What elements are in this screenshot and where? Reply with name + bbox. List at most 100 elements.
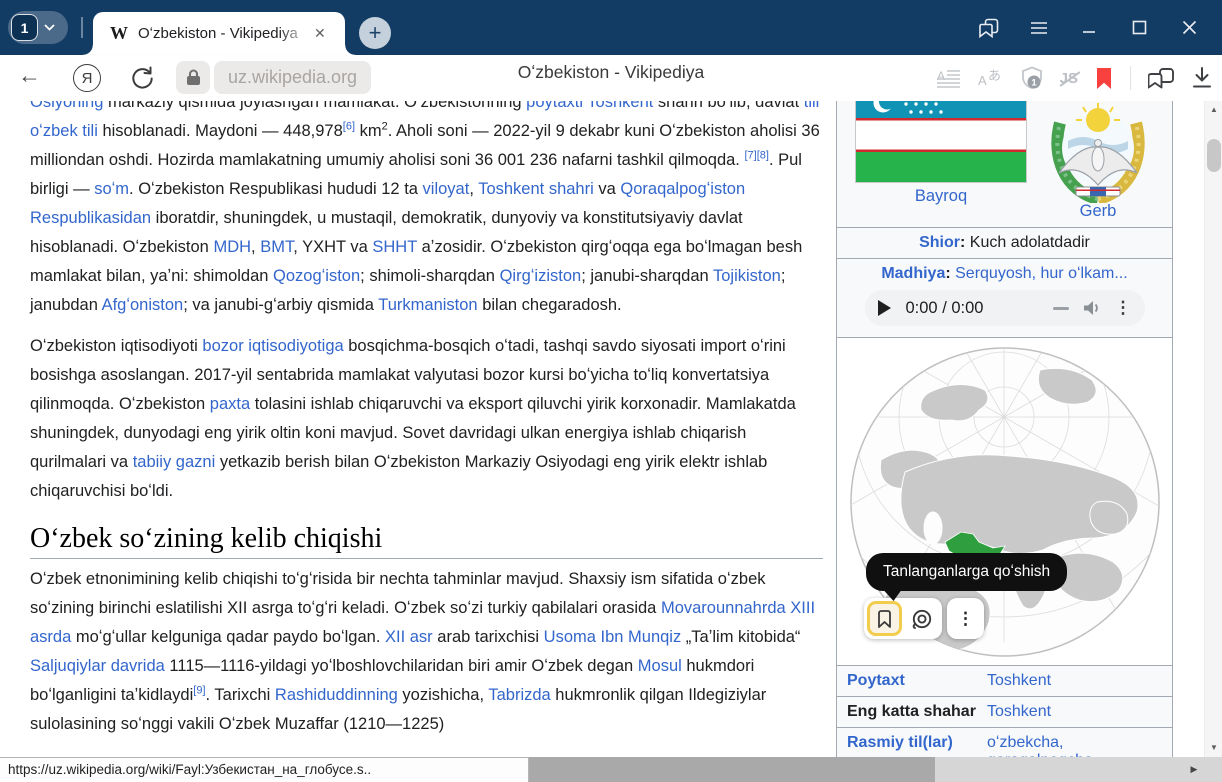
article-body: Osiyoning markaziy qismida joylashgan ma… bbox=[30, 101, 823, 751]
article-link[interactable]: SHHT bbox=[372, 238, 417, 256]
back-button[interactable]: ← bbox=[18, 62, 41, 89]
horizontal-scrollbar-thumb[interactable] bbox=[528, 757, 935, 782]
article-link[interactable]: Saljuqiylar davrida bbox=[30, 657, 165, 675]
image-search-icon bbox=[911, 608, 933, 630]
reader-mode-button[interactable]: A bbox=[937, 68, 961, 88]
titlebar: 1 W Oʻzbekiston - Vikipediya ✕ + bbox=[0, 0, 1222, 55]
infobox-row-value[interactable]: Toshkent bbox=[987, 703, 1162, 721]
minimize-button[interactable] bbox=[1064, 0, 1114, 55]
motto-label-link[interactable]: Shior bbox=[919, 234, 960, 251]
article-link[interactable]: Rashiduddinning bbox=[275, 686, 398, 704]
vertical-scrollbar[interactable]: ▲ ▼ bbox=[1204, 101, 1222, 757]
add-to-collections-button[interactable] bbox=[867, 601, 902, 636]
translate-button[interactable]: A あ bbox=[978, 67, 1004, 89]
article-paragraph: Osiyoning markaziy qismida joylashgan ma… bbox=[30, 101, 823, 320]
article-text: „Taʼlim kitobida“ bbox=[681, 628, 800, 646]
article-link[interactable]: tabiiy gazni bbox=[133, 453, 216, 471]
seek-bar[interactable] bbox=[1053, 307, 1069, 310]
article-link[interactable]: Afgʻoniston bbox=[102, 296, 184, 314]
article-link[interactable]: paxta bbox=[210, 395, 250, 413]
article-text: ; va janubi-gʻarbiy qismida bbox=[183, 296, 378, 314]
article-link[interactable]: MDH bbox=[213, 238, 251, 256]
article-link[interactable]: Usoma Ibn Munqiz bbox=[544, 628, 682, 646]
article-link[interactable]: Tojikiston bbox=[713, 267, 781, 285]
reference-link[interactable]: [9] bbox=[193, 685, 205, 697]
new-tab-button[interactable]: + bbox=[359, 17, 391, 49]
article-link[interactable]: viloyat bbox=[423, 180, 470, 198]
search-image-button[interactable] bbox=[904, 601, 939, 636]
article-text: . Oʻzbekiston Respublikasi hududi 12 ta bbox=[129, 180, 423, 198]
article-text: Oʻzbek etnonimining kelib chiqishi toʻgʻ… bbox=[30, 570, 766, 617]
maximize-button[interactable] bbox=[1114, 0, 1164, 55]
scroll-right-icon[interactable]: ▶ bbox=[1183, 757, 1205, 782]
bookmark-page-button[interactable] bbox=[1095, 67, 1113, 90]
article-text: moʻgʻullar kelguniga qadar paydo boʻlgan… bbox=[71, 628, 385, 646]
vertical-scrollbar-thumb[interactable] bbox=[1207, 139, 1221, 172]
volume-icon[interactable] bbox=[1082, 299, 1102, 317]
image-more-actions-button[interactable]: ⋮ bbox=[947, 598, 984, 639]
uzbekistan-emblem-image[interactable] bbox=[1043, 101, 1153, 203]
article-link[interactable]: poytaxti Toshkent bbox=[526, 101, 653, 111]
article-link[interactable]: Turkmaniston bbox=[378, 296, 477, 314]
article-text: , bbox=[251, 238, 260, 256]
site-security-button[interactable] bbox=[176, 61, 210, 94]
play-button[interactable] bbox=[878, 300, 891, 316]
infobox-row: PoytaxtToshkent bbox=[837, 665, 1172, 696]
article-link[interactable]: Toshkent shahri bbox=[478, 180, 594, 198]
article-text: bilan chegaradosh. bbox=[478, 296, 622, 314]
infobox-row-label[interactable]: Rasmiy til(lar) bbox=[847, 734, 987, 757]
player-menu-button[interactable]: ⋮ bbox=[1115, 298, 1132, 318]
close-tab-icon[interactable]: ✕ bbox=[314, 25, 326, 42]
infobox-row-label[interactable]: Poytaxt bbox=[847, 672, 987, 690]
tabs-panel-icon bbox=[1148, 66, 1175, 90]
infobox-row-value[interactable]: Toshkent bbox=[987, 672, 1162, 690]
article-link[interactable]: soʻm bbox=[94, 180, 129, 198]
article-link[interactable]: Qirgʻiziston bbox=[500, 267, 582, 285]
scroll-down-icon[interactable]: ▼ bbox=[1205, 739, 1222, 755]
article-link[interactable]: BMT bbox=[260, 238, 293, 256]
article-text: markaziy qismida joylashgan mamlakat. Oʻ… bbox=[103, 101, 526, 111]
download-button[interactable] bbox=[1192, 67, 1212, 89]
domain-text: uz.wikipedia.org bbox=[228, 67, 357, 88]
close-window-button[interactable] bbox=[1164, 0, 1214, 55]
article-link[interactable]: XII asr bbox=[385, 628, 433, 646]
uzbekistan-flag-image[interactable] bbox=[855, 101, 1027, 183]
article-link[interactable]: Qozogʻiston bbox=[273, 267, 360, 285]
article-link[interactable]: bozor iqtisodiyotiga bbox=[202, 337, 343, 355]
wikipedia-favicon: W bbox=[110, 23, 128, 44]
refresh-button[interactable] bbox=[129, 64, 156, 96]
article-link[interactable]: Osiyoning bbox=[30, 101, 103, 111]
scroll-up-icon[interactable]: ▲ bbox=[1205, 101, 1222, 117]
address-bar[interactable]: uz.wikipedia.org bbox=[214, 61, 371, 94]
collections-icon bbox=[978, 17, 1000, 39]
flag-caption-link[interactable]: Bayroq bbox=[855, 187, 1027, 206]
protect-shield-button[interactable]: 1 bbox=[1021, 66, 1043, 90]
article-text: km bbox=[355, 122, 382, 140]
anthem-row: Madhiya: Serquyosh, hur oʻlkam... 0:00 /… bbox=[837, 258, 1172, 337]
anthem-label-link[interactable]: Madhiya bbox=[881, 265, 945, 282]
menu-button[interactable] bbox=[1014, 0, 1064, 55]
close-icon bbox=[1182, 20, 1197, 35]
active-tab[interactable]: W Oʻzbekiston - Vikipediya ✕ bbox=[93, 12, 345, 55]
yandex-logo-icon[interactable]: Я bbox=[73, 64, 101, 92]
collections-button[interactable] bbox=[964, 0, 1014, 55]
link-preview-url: https://uz.wikipedia.org/wiki/Fayl:Узбек… bbox=[0, 757, 529, 782]
javascript-toggle-button[interactable]: JS bbox=[1060, 70, 1078, 87]
article-link[interactable]: Tabrizda bbox=[488, 686, 550, 704]
anthem-title-link[interactable]: Serquyosh, hur oʻlkam... bbox=[955, 265, 1128, 282]
reference-link[interactable]: [6] bbox=[343, 121, 355, 133]
audio-player: 0:00 / 0:00 ⋮ bbox=[865, 290, 1145, 326]
emblem-graphic bbox=[1043, 101, 1153, 203]
infobox-row-value[interactable]: oʻzbekcha, qoraqalpoqcha bbox=[987, 734, 1162, 757]
minimize-icon bbox=[1082, 21, 1096, 35]
article-link[interactable]: Mosul bbox=[638, 657, 682, 675]
country-infobox: Bayroq bbox=[836, 101, 1173, 757]
reference-link[interactable]: [7][8] bbox=[744, 150, 768, 162]
tab-counter-button[interactable]: 1 bbox=[8, 11, 68, 44]
emblem-caption-link[interactable]: Gerb bbox=[1043, 202, 1153, 221]
tab-title: Oʻzbekiston - Vikipediya bbox=[138, 25, 310, 42]
statusbar: ▶ https://uz.wikipedia.org/wiki/Fayl:Узб… bbox=[0, 757, 1222, 782]
image-hover-actions: ⋮ bbox=[864, 598, 984, 639]
infobox-flag-section: Bayroq bbox=[837, 101, 1172, 227]
tabs-panel-button[interactable] bbox=[1148, 66, 1175, 90]
